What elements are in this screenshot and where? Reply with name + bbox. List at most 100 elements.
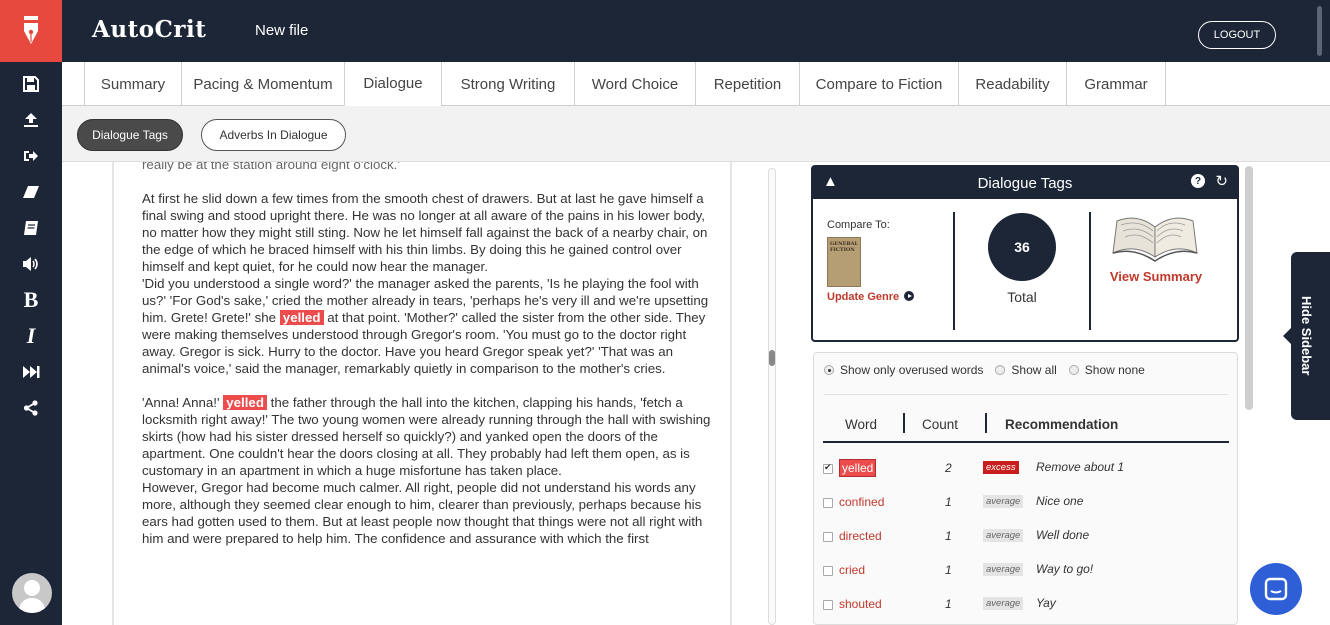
row-recommendation: Well done (1036, 528, 1090, 542)
highlighted-tag[interactable]: yelled (223, 395, 267, 410)
help-icon[interactable]: ? (1191, 174, 1205, 188)
radio-icon (995, 365, 1006, 375)
tab-repetition[interactable]: Repetition (695, 62, 799, 106)
hide-sidebar-label: Hide Sidebar (1299, 296, 1314, 376)
update-genre-label: Update Genre (827, 291, 900, 303)
row-level-badge: average (983, 495, 1024, 508)
share-icon[interactable] (0, 390, 62, 426)
col-header-recommendation: Recommendation (1005, 417, 1119, 432)
top-header: AutoCrit New file LOGOUT (62, 0, 1330, 62)
radio-icon (1068, 365, 1079, 375)
col-header-word: Word (845, 417, 878, 432)
col-header-count: Count (922, 417, 959, 432)
row-count: 1 (945, 495, 952, 509)
play-circle-icon (904, 291, 915, 301)
tab-compare-to-fiction[interactable]: Compare to Fiction (799, 62, 958, 106)
app-logo[interactable] (0, 0, 62, 62)
genre-book-text: GENERAL FICTION (830, 241, 859, 253)
bold-icon[interactable]: B (0, 282, 62, 318)
row-checkbox[interactable] (823, 462, 833, 474)
column-divider (985, 413, 987, 433)
row-checkbox[interactable] (823, 600, 833, 610)
adverbs-in-dialogue-pill[interactable]: Adverbs In Dialogue (201, 119, 346, 151)
row-recommendation: Remove about 1 (1036, 460, 1125, 474)
hide-sidebar-toggle[interactable]: Hide Sidebar (1283, 252, 1330, 420)
row-level-badge: average (983, 529, 1024, 542)
file-name[interactable]: New file (255, 22, 308, 39)
manuscript-editor[interactable]: really be at the station around eight o'… (112, 162, 732, 625)
book-icon[interactable] (0, 210, 62, 246)
tab-summary[interactable]: Summary (84, 62, 181, 106)
upload-icon[interactable] (0, 102, 62, 138)
caret-left-icon (1283, 328, 1291, 344)
refresh-icon[interactable]: ↻ (1215, 172, 1228, 190)
eraser-icon[interactable] (0, 174, 62, 210)
window-scrollbar[interactable] (1317, 6, 1322, 56)
row-count: 1 (945, 563, 952, 577)
total-label: Total (1007, 289, 1037, 305)
row-word[interactable]: shouted (839, 597, 882, 611)
fast-forward-icon[interactable] (0, 354, 62, 390)
brand-name: AutoCrit (92, 16, 207, 43)
row-checkbox[interactable] (823, 532, 833, 542)
open-book-icon (1112, 217, 1198, 262)
sidebar-scrollbar[interactable] (1245, 166, 1253, 410)
editor-scrollbar[interactable] (768, 168, 776, 625)
row-checkbox[interactable] (823, 498, 833, 508)
paragraph-2: 'Did you understood a single word?' the … (142, 275, 712, 377)
logout-button[interactable]: LOGOUT (1198, 21, 1276, 49)
speaker-icon[interactable] (0, 246, 62, 282)
tab-dialogue[interactable]: Dialogue (344, 62, 441, 107)
fountain-pen-icon (24, 16, 38, 44)
table-row: shouted 1 average Yay (823, 593, 1229, 625)
table-row: confined 1 average Nice one (823, 491, 1229, 525)
table-row: yelled 2 excess Remove about 1 (823, 457, 1229, 491)
column-divider (903, 413, 905, 433)
genre-book-image: GENERAL FICTION (827, 237, 861, 287)
row-word[interactable]: confined (839, 495, 884, 509)
export-icon[interactable] (0, 138, 62, 174)
view-summary-link[interactable]: View Summary (1101, 269, 1211, 284)
highlighted-tag[interactable]: yelled (279, 310, 324, 325)
filter-overused-radio[interactable]: Show only overused words (824, 363, 983, 377)
tab-readability[interactable]: Readability (958, 62, 1066, 106)
filter-all-radio[interactable]: Show all (995, 363, 1057, 377)
sub-nav: Dialogue Tags Adverbs In Dialogue (62, 106, 1330, 162)
compare-label: Compare To: (827, 219, 890, 231)
table-row: directed 1 average Well done (823, 525, 1229, 559)
editor-scroll-thumb[interactable] (769, 350, 775, 366)
row-checkbox[interactable] (823, 566, 833, 576)
row-recommendation: Way to go! (1036, 562, 1094, 576)
separator (824, 394, 1228, 395)
tab-grammar[interactable]: Grammar (1066, 62, 1166, 106)
user-icon (18, 580, 46, 613)
panel-title: Dialogue Tags (977, 175, 1073, 192)
update-genre-link[interactable]: Update Genre (827, 291, 915, 303)
editor-cut-line: really be at the station around eight o'… (142, 162, 400, 172)
tab-word-choice[interactable]: Word Choice (574, 62, 695, 106)
left-toolbar: B I (0, 0, 62, 625)
filter-none-radio[interactable]: Show none (1068, 363, 1145, 377)
table-row: cried 1 average Way to go! (823, 559, 1229, 593)
row-word[interactable]: cried (839, 563, 865, 577)
editor-text: really be at the station around eight o'… (142, 162, 712, 564)
paragraph-3-text-a: 'Anna! Anna!' (142, 395, 220, 410)
italic-icon[interactable]: I (0, 318, 62, 354)
header-rule (823, 441, 1229, 443)
divider (1089, 212, 1091, 330)
tab-pacing-momentum[interactable]: Pacing & Momentum (181, 62, 344, 106)
row-level-badge: average (983, 597, 1024, 610)
row-level-badge: average (983, 563, 1024, 576)
chat-icon (1264, 577, 1288, 601)
row-word[interactable]: directed (839, 529, 882, 543)
avatar[interactable] (12, 573, 52, 613)
filter-label: Show all (1011, 363, 1057, 377)
filter-label: Show only overused words (840, 363, 984, 377)
chat-launcher-button[interactable] (1250, 563, 1302, 615)
row-recommendation: Yay (1036, 596, 1056, 610)
row-word[interactable]: yelled (839, 459, 877, 477)
tab-strong-writing[interactable]: Strong Writing (441, 62, 574, 106)
save-icon[interactable] (0, 66, 62, 102)
divider (953, 212, 955, 330)
dialogue-tags-pill[interactable]: Dialogue Tags (77, 119, 183, 151)
